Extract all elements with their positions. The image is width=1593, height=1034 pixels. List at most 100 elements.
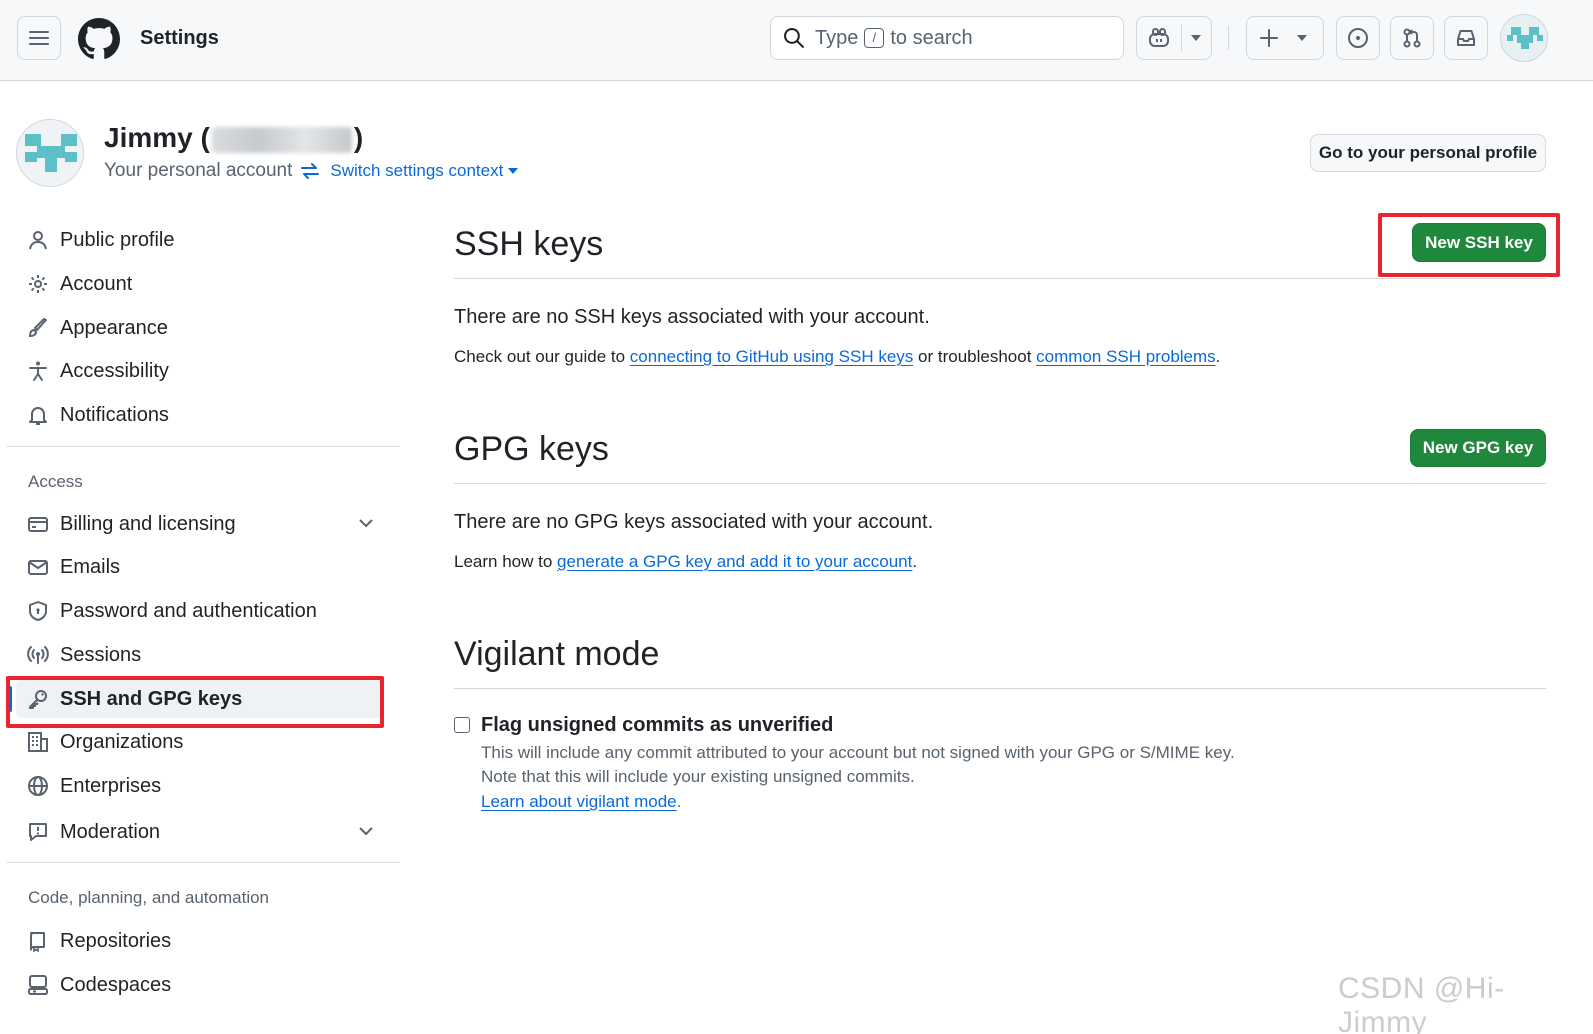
report-icon (16, 821, 60, 843)
profile-subtitle: Your personal account Switch settings co… (104, 160, 519, 182)
gpg-generate-link[interactable]: generate a GPG key and add it to your ac… (557, 552, 912, 571)
chevron-down-icon[interactable] (358, 515, 374, 531)
sidebar-item-label: Repositories (60, 929, 172, 952)
shield-icon (16, 600, 60, 622)
sidebar-item-label: Emails (60, 555, 121, 578)
sidebar-item-billing[interactable]: Billing and licensing (16, 505, 382, 543)
vigilant-learn-link[interactable]: Learn about vigilant mode (481, 792, 677, 811)
broadcast-icon (16, 644, 60, 666)
sidebar-item-label: Organizations (60, 730, 184, 753)
watermark-text: CSDN @Hi-Jimmy (1338, 972, 1505, 1034)
sidebar-divider (6, 862, 400, 863)
vigilant-mode-heading: Vigilant mode (454, 635, 660, 673)
sidebar-item-label: Public profile (60, 228, 175, 251)
hamburger-icon (29, 31, 49, 45)
page-title: Settings (140, 27, 219, 49)
switch-context-link[interactable]: Switch settings context (300, 161, 519, 181)
sidebar-item-public-profile[interactable]: Public profile (16, 221, 382, 259)
github-logo-icon[interactable] (78, 18, 120, 65)
search-shortcut-key: / (864, 28, 885, 48)
sidebar-group-access: Access (28, 472, 83, 491)
sidebar-item-account[interactable]: Account (16, 265, 382, 303)
ssh-divider (454, 278, 1546, 279)
issues-button[interactable] (1336, 16, 1380, 60)
sidebar-item-label: Enterprises (60, 774, 162, 797)
user-avatar[interactable] (1500, 14, 1548, 62)
switch-context-label: Switch settings context (330, 161, 504, 180)
sidebar-item-label: Password and authentication (60, 599, 317, 622)
sidebar-item-emails[interactable]: Emails (16, 548, 382, 586)
flag-unsigned-label[interactable]: Flag unsigned commits as unverified (481, 714, 833, 737)
globe-icon (16, 775, 60, 797)
gpg-learn-end: . (912, 552, 918, 571)
profile-avatar (16, 119, 84, 187)
redacted-username (211, 126, 352, 153)
sidebar-item-enterprises[interactable]: Enterprises (16, 767, 382, 805)
inbox-icon (1457, 30, 1475, 46)
ssh-guide-middle: or troubleshoot (918, 347, 1032, 366)
git-pull-request-icon (1403, 28, 1421, 48)
gpg-learn-text: Learn how to generate a GPG key and add … (454, 552, 917, 572)
top-header: Settings Type / to search (0, 0, 1593, 81)
ssh-guide-end: . (1215, 347, 1221, 366)
vigilant-note-1: This will include any commit attributed … (481, 743, 1235, 762)
ssh-guide-text: Check out our guide to connecting to Git… (454, 347, 1220, 367)
chevron-down-icon[interactable] (358, 823, 374, 839)
plus-icon (1260, 29, 1278, 47)
chevron-down-icon (508, 168, 519, 174)
gear-icon (16, 273, 60, 295)
search-input[interactable]: Type / to search (770, 16, 1124, 60)
sidebar-item-codespaces[interactable]: Codespaces (16, 966, 382, 1004)
sidebar-item-sessions[interactable]: Sessions (16, 636, 382, 674)
sidebar-item-appearance[interactable]: Appearance (16, 309, 382, 347)
gpg-divider (454, 483, 1546, 484)
sidebar-divider (6, 446, 400, 447)
search-placeholder-prefix: Type (815, 26, 859, 49)
ssh-empty-message: There are no SSH keys associated with yo… (454, 306, 930, 328)
new-gpg-key-button[interactable]: New GPG key (1410, 429, 1546, 467)
pull-requests-button[interactable] (1390, 16, 1434, 60)
sidebar-item-label: Accessibility (60, 359, 169, 382)
ssh-guide-prefix: Check out our guide to (454, 347, 626, 366)
person-icon (16, 229, 60, 251)
vigilant-divider (454, 688, 1546, 689)
sidebar-item-label: Account (60, 272, 133, 295)
copilot-button[interactable] (1136, 16, 1212, 60)
profile-name-text: Jimmy ( (104, 122, 210, 153)
create-new-button[interactable] (1246, 16, 1324, 60)
inbox-button[interactable] (1444, 16, 1488, 60)
credit-card-icon (16, 513, 60, 535)
arrow-switch-icon (301, 163, 320, 179)
profile-name-close: ) (353, 122, 364, 153)
menu-button[interactable] (17, 16, 61, 60)
vigilant-note-2: Note that this will include your existin… (481, 767, 915, 786)
sidebar-item-moderation[interactable]: Moderation (16, 813, 382, 851)
account-type-label: Your personal account (104, 160, 293, 181)
repo-icon (16, 930, 60, 952)
gpg-keys-heading: GPG keys (454, 430, 609, 468)
sidebar-item-organizations[interactable]: Organizations (16, 723, 382, 761)
chevron-down-icon (1191, 35, 1201, 41)
sidebar-group-code: Code, planning, and automation (28, 888, 270, 907)
vigilant-learn: Learn about vigilant mode. (481, 792, 681, 812)
go-to-profile-button[interactable]: Go to your personal profile (1310, 134, 1546, 172)
sidebar-item-repositories[interactable]: Repositories (16, 922, 382, 960)
paintbrush-icon (16, 317, 60, 339)
codespaces-icon (16, 974, 60, 996)
sidebar-item-label: Moderation (60, 820, 161, 843)
chevron-down-icon (1297, 35, 1307, 41)
header-divider (1228, 26, 1229, 50)
sidebar-item-label: Sessions (60, 643, 142, 666)
sidebar-item-notifications[interactable]: Notifications (16, 396, 382, 434)
sidebar-item-label: Billing and licensing (60, 512, 236, 535)
flag-unsigned-checkbox[interactable] (454, 717, 470, 733)
vigilant-learn-end: . (676, 792, 682, 811)
sidebar-item-label: Notifications (60, 403, 169, 426)
sidebar-item-accessibility[interactable]: Accessibility (16, 352, 382, 390)
highlight-box-sidebar (6, 676, 384, 728)
sidebar-item-password-auth[interactable]: Password and authentication (16, 592, 382, 630)
accessibility-icon (16, 360, 60, 382)
ssh-problems-link[interactable]: common SSH problems (1036, 347, 1216, 366)
copilot-icon (1149, 28, 1169, 47)
ssh-guide-link[interactable]: connecting to GitHub using SSH keys (630, 347, 913, 366)
